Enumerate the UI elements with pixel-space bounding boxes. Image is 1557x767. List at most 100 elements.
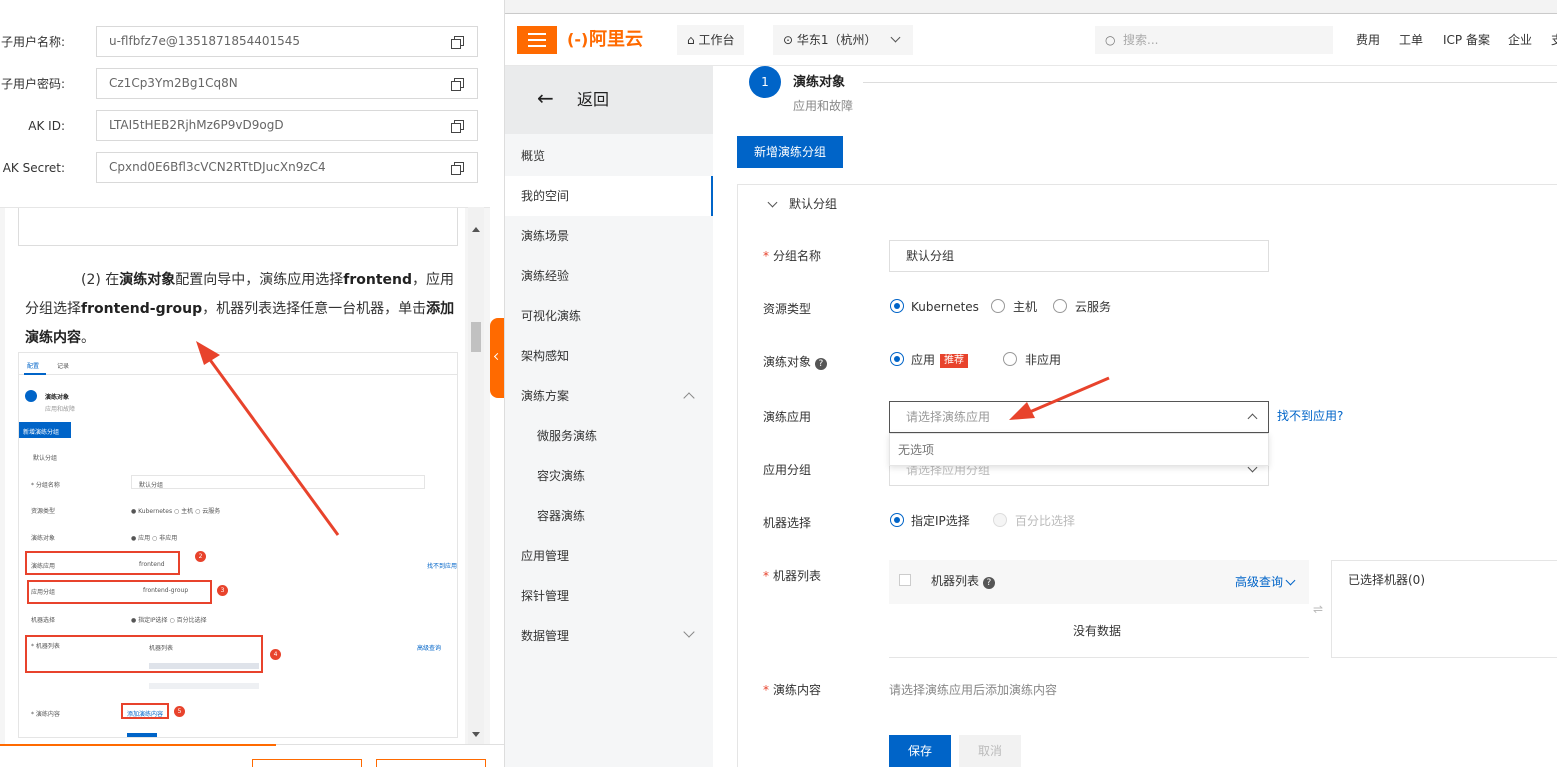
mini-machine-label: 机器选择 — [31, 617, 56, 624]
top-link-icp[interactable]: ICP 备案 — [1443, 28, 1490, 52]
password-field[interactable]: Cz1Cp3Ym2Bg1Cq8N — [96, 68, 478, 99]
mini-adv-query: 高级查询 — [417, 645, 442, 652]
top-navbar: (-)阿里云 ⌂ 工作台 ⊙ 华东1（杭州） ○ 搜索... 费用 工单 ICP… — [505, 14, 1557, 66]
sidebar-item-visual[interactable]: 可视化演练 — [505, 296, 713, 336]
radio-host[interactable] — [991, 299, 1005, 313]
top-link-fee[interactable]: 费用 — [1356, 28, 1380, 52]
annotation-arrow — [196, 341, 340, 536]
sidebar-item-disaster[interactable]: 容灾演练 — [505, 456, 713, 496]
sidebar-item-app-mgmt[interactable]: 应用管理 — [505, 536, 713, 576]
arrow-left-icon: ← — [537, 86, 554, 110]
dropdown-empty-text: 无选项 — [898, 443, 935, 457]
mini-step-title: 演练对象 — [45, 394, 70, 401]
add-group-button[interactable]: 新增演练分组 — [737, 136, 843, 168]
radio-non-app-label: 非应用 — [1025, 353, 1062, 367]
akid-label: AK ID: — [28, 119, 65, 133]
step-subtitle: 应用和故障 — [793, 99, 854, 113]
radio-specified-ip[interactable] — [890, 513, 904, 527]
mini-tab-underline — [24, 373, 46, 375]
mini-new-group-label: 新增演练分组 — [23, 429, 60, 436]
radio-percentage-label: 百分比选择 — [1015, 514, 1076, 528]
mini-row-blur — [149, 683, 259, 689]
top-link-enterprise[interactable]: 企业 — [1508, 28, 1532, 52]
main-content: 1 演练对象 应用和故障 新增演练分组 默认分组 * 分组名称 默认分组 资源类型… — [713, 66, 1557, 767]
save-button[interactable]: 保存 — [889, 735, 951, 767]
machine-select-label: 机器选择 — [763, 516, 812, 530]
top-link-ticket[interactable]: 工单 — [1399, 28, 1423, 52]
app-group-label: 应用分组 — [763, 463, 812, 477]
username-value: u-flfbfz7e@1351871854401545 — [109, 34, 301, 48]
group-name-input[interactable]: 默认分组 — [889, 240, 1269, 272]
password-value: Cz1Cp3Ym2Bg1Cq8N — [109, 76, 238, 90]
search-icon: ○ — [1105, 33, 1116, 47]
sidebar-item-my-space[interactable]: 我的空间 — [505, 176, 713, 216]
sidebar-item-data-mgmt[interactable]: 数据管理 — [505, 616, 713, 656]
akid-value: LTAI5tHEB2RjhMz6P9vD9ogD — [109, 118, 284, 132]
credential-aksecret-row: AK Secret: Cpxnd0E6Bfl3cVCN2RTtDJucXn9zC… — [0, 152, 490, 184]
aliyun-logo[interactable]: (-)阿里云 — [567, 28, 643, 52]
top-link-support[interactable]: 支 — [1551, 28, 1557, 52]
no-data-text: 没有数据 — [1073, 624, 1122, 638]
radio-cloud-label: 云服务 — [1075, 300, 1112, 314]
aksecret-field[interactable]: Cpxnd0E6Bfl3cVCN2RTtDJucXn9zC4 — [96, 152, 478, 183]
sidebar-item-microservice[interactable]: 微服务演练 — [505, 416, 713, 456]
workbench-button[interactable]: ⌂ 工作台 — [677, 25, 745, 55]
sidebar-item-plans[interactable]: 演练方案 — [505, 376, 713, 416]
back-button[interactable]: ← 返回 — [505, 66, 713, 134]
group-name-label: * 分组名称 — [763, 249, 822, 263]
akid-field[interactable]: LTAI5tHEB2RjhMz6P9vD9ogD — [96, 110, 478, 141]
chevron-down-icon — [890, 32, 901, 43]
copy-icon[interactable] — [451, 36, 464, 49]
sidebar-item-container[interactable]: 容器演练 — [505, 496, 713, 536]
res-type-label: 资源类型 — [763, 302, 812, 316]
footer-button[interactable] — [252, 759, 362, 767]
home-icon: ⌂ — [687, 33, 699, 47]
radio-kubernetes[interactable] — [890, 299, 904, 313]
radio-specified-ip-label: 指定IP选择 — [911, 514, 970, 528]
mini-tab-record: 记录 — [57, 363, 70, 370]
scroll-down-arrow[interactable] — [472, 732, 480, 737]
advanced-query-link[interactable]: 高级查询 — [1235, 572, 1296, 592]
annotation-num: 3 — [217, 585, 228, 596]
app-not-found-link[interactable]: 找不到应用? — [1277, 406, 1343, 426]
cancel-button: 取消 — [959, 735, 1021, 767]
target-label: 演练对象 ? — [763, 352, 827, 372]
app-dropdown: 无选项 — [889, 433, 1269, 466]
sidebar-item-architecture[interactable]: 架构感知 — [505, 336, 713, 376]
region-selector[interactable]: ⊙ 华东1（杭州） — [773, 25, 913, 55]
doc-scrollbar[interactable] — [468, 207, 484, 744]
aksecret-value: Cpxnd0E6Bfl3cVCN2RTtDJucXn9zC4 — [109, 160, 326, 174]
menu-button[interactable] — [517, 26, 557, 54]
username-field[interactable]: u-flfbfz7e@1351871854401545 — [96, 26, 478, 57]
sidebar-item-probe-mgmt[interactable]: 探针管理 — [505, 576, 713, 616]
left-footer — [0, 744, 504, 767]
scroll-thumb[interactable] — [471, 322, 481, 352]
chevron-down-icon — [683, 626, 695, 638]
radio-app-label: 应用 — [911, 353, 936, 367]
scroll-up-arrow[interactable] — [472, 227, 480, 232]
search-input[interactable]: ○ 搜索... — [1095, 26, 1333, 54]
recommend-badge: 推荐 — [940, 354, 968, 368]
copy-icon[interactable] — [451, 78, 464, 91]
annotation-box-app — [25, 551, 180, 575]
annotation-box-content — [121, 703, 169, 719]
select-all-checkbox[interactable] — [899, 574, 911, 586]
sidebar-item-scenarios[interactable]: 演练场景 — [505, 216, 713, 256]
truncated-header — [0, 0, 490, 8]
copy-icon[interactable] — [451, 120, 464, 133]
sidebar-item-experience[interactable]: 演练经验 — [505, 256, 713, 296]
sidebar-item-overview[interactable]: 概览 — [505, 136, 713, 176]
radio-cloud[interactable] — [1053, 299, 1067, 313]
radio-app[interactable] — [890, 352, 904, 366]
mini-machine-options: ● 指定IP选择 ○ 百分比选择 — [131, 617, 207, 624]
panel-toggle-handle[interactable] — [490, 318, 504, 398]
radio-non-app[interactable] — [1003, 352, 1017, 366]
drill-content-hint: 请选择演练应用后添加演练内容 — [889, 683, 1058, 697]
default-group-title[interactable]: 默认分组 — [789, 194, 837, 214]
annotation-num: 4 — [270, 649, 281, 660]
doc-prev-box — [18, 208, 458, 246]
copy-icon[interactable] — [451, 162, 464, 175]
logo-text: 阿里云 — [589, 29, 643, 50]
app-label: 演练应用 — [763, 410, 812, 424]
footer-button[interactable] — [376, 759, 486, 767]
